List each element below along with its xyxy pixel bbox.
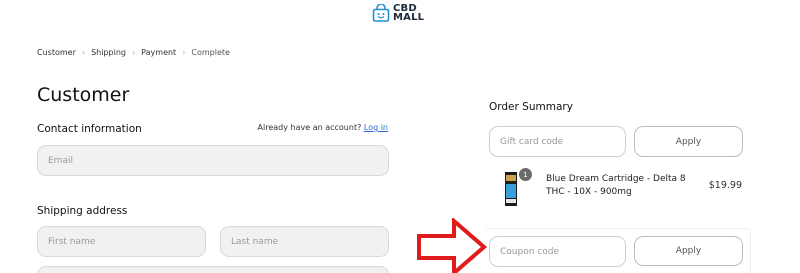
- chevron-right-icon: ›: [182, 48, 186, 57]
- email-field[interactable]: Email: [37, 145, 389, 176]
- breadcrumb-customer[interactable]: Customer: [37, 48, 76, 57]
- last-name-field[interactable]: Last name: [220, 226, 389, 257]
- shopping-bag-icon: [372, 4, 390, 22]
- last-name-placeholder: Last name: [231, 236, 279, 247]
- cbd-mall-logo[interactable]: CBD MALL: [372, 4, 425, 23]
- email-placeholder: Email: [48, 155, 73, 166]
- page-title: Customer: [37, 84, 130, 106]
- product-name: Blue Dream Cartridge - Delta 8 THC - 10X…: [546, 174, 686, 197]
- coupon-code-input[interactable]: Coupon code: [489, 236, 626, 267]
- gift-card-input[interactable]: Gift card code: [489, 126, 626, 157]
- gift-card-apply-button[interactable]: Apply: [634, 126, 743, 157]
- gift-card-placeholder: Gift card code: [500, 136, 564, 147]
- login-link[interactable]: Log in: [364, 123, 388, 132]
- contact-information-heading: Contact information: [37, 123, 142, 135]
- red-arrow-annotation-icon: [417, 218, 488, 273]
- first-name-field[interactable]: First name: [37, 226, 206, 257]
- login-prompt: Already have an account?: [257, 123, 362, 132]
- breadcrumb-shipping[interactable]: Shipping: [91, 48, 126, 57]
- coupon-apply-button[interactable]: Apply: [634, 236, 743, 266]
- address-field[interactable]: [37, 266, 389, 273]
- shipping-address-heading: Shipping address: [37, 205, 128, 217]
- breadcrumb-complete: Complete: [191, 48, 230, 57]
- coupon-placeholder: Coupon code: [500, 246, 559, 257]
- chevron-right-icon: ›: [131, 48, 136, 57]
- login-hint: Already have an account? Log in: [258, 123, 388, 132]
- logo-line-2: MALL: [393, 12, 425, 23]
- breadcrumb: Customer › Shipping › Payment › Complete: [37, 48, 230, 57]
- breadcrumb-payment[interactable]: Payment: [141, 48, 176, 57]
- order-summary-heading: Order Summary: [489, 101, 573, 113]
- first-name-placeholder: First name: [48, 236, 96, 247]
- product-price: $19.99: [708, 180, 742, 191]
- quantity-badge: 1: [519, 168, 532, 181]
- chevron-right-icon: ›: [81, 48, 86, 57]
